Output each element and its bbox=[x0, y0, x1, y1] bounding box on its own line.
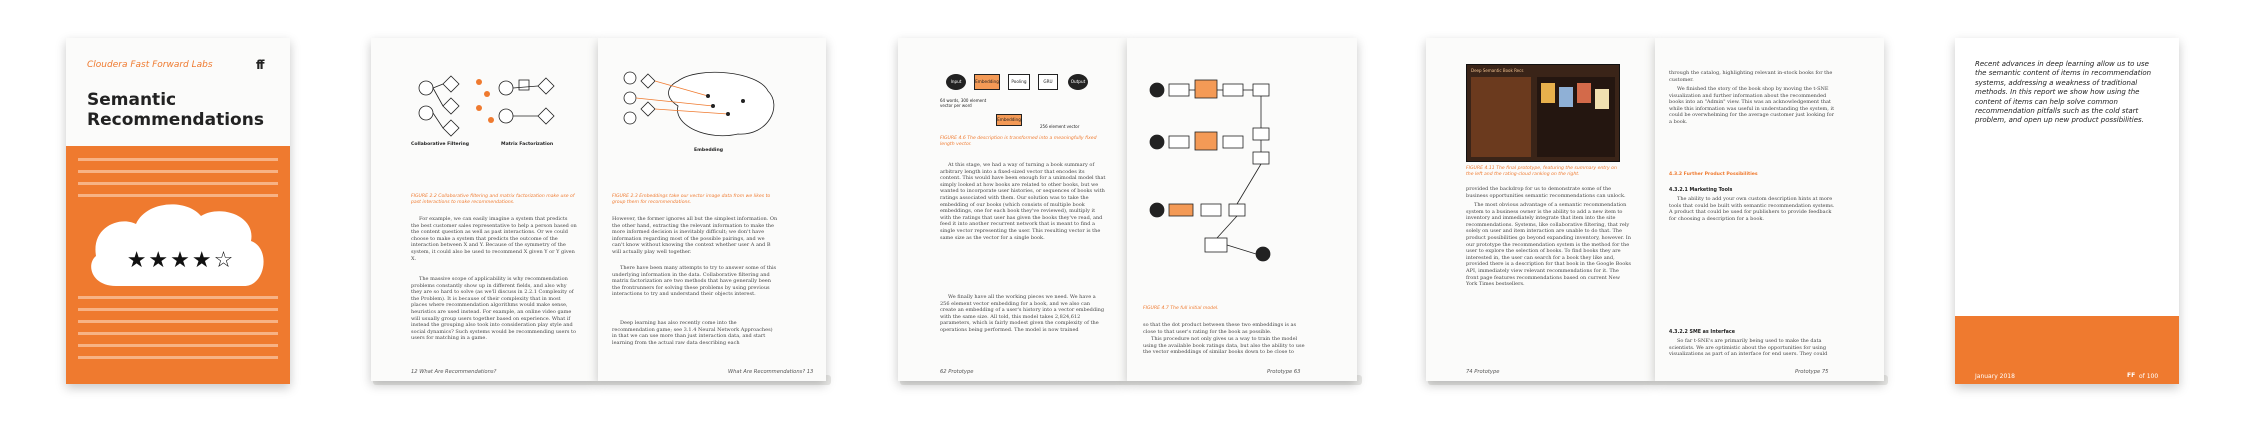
rating-stars: ★★★★☆ bbox=[126, 248, 236, 273]
back-blurb: Recent advances in deep learning allow u… bbox=[1975, 60, 2152, 125]
body-text: This procedure not only gives us a way t… bbox=[1143, 336, 1305, 356]
body-text: The most obvious advantage of a semantic… bbox=[1466, 202, 1631, 288]
cover-title-line1: Semantic bbox=[87, 90, 177, 110]
body-text: through the catalog, highlighting releva… bbox=[1669, 70, 1833, 83]
page-footer: 74 Prototype bbox=[1466, 369, 1500, 375]
series-number: of 100 bbox=[2139, 373, 2159, 380]
page-footer: Prototype 63 bbox=[1267, 369, 1301, 375]
spread2-left-page: Input Embedding Pooling GRU Output Embed… bbox=[898, 38, 1127, 381]
page-footer: 62 Prototype bbox=[940, 369, 974, 375]
prototype-screenshot: Deep Semantic Book Recs bbox=[1466, 64, 1620, 162]
body-text: The ability to add your own custom descr… bbox=[1669, 196, 1835, 222]
body-text: provided the backdrop for us to demonstr… bbox=[1466, 186, 1626, 199]
figure-caption: FIGURE 4.11 The final prototype, featuri… bbox=[1466, 166, 1617, 177]
node-input: Input bbox=[946, 74, 966, 90]
subsection-heading: 4.3.2.1 Marketing Tools bbox=[1669, 188, 1733, 193]
spread3-left-page: Deep Semantic Book Recs FIGURE 4.11 The … bbox=[1426, 38, 1655, 381]
body-text: So far t-SNE's are primarily being used … bbox=[1669, 338, 1828, 358]
body-text: The massive scope of applicability is wh… bbox=[411, 276, 577, 342]
body-text: At this stage, we had a way of turning a… bbox=[940, 162, 1106, 241]
back-cover: Recent advances in deep learning allow u… bbox=[1955, 38, 2179, 384]
body-text: For example, we can easily imagine a sys… bbox=[411, 216, 577, 262]
node-output: Output bbox=[1068, 74, 1088, 90]
embedding-diagram bbox=[623, 71, 775, 137]
body-text: Deep learning has also recently come int… bbox=[612, 320, 773, 346]
node-embedding: Embedding bbox=[974, 74, 1000, 90]
cover-title-line2: Recommendations bbox=[87, 110, 264, 130]
collab-filter-diagram bbox=[418, 75, 555, 137]
page-footer: Prototype 75 bbox=[1795, 369, 1829, 375]
cover-logo: ff bbox=[256, 58, 265, 72]
diagram-label-collab: Collaborative Filtering bbox=[411, 142, 470, 147]
figure-caption: FIGURE 2.3 Embeddings take our vector im… bbox=[612, 194, 771, 205]
note-words: 64 words, 300 element vector per word bbox=[940, 98, 987, 108]
body-text: There have been many attempts to try to … bbox=[612, 265, 777, 298]
figure-caption: FIGURE 2.2 Collaborative filtering and m… bbox=[411, 194, 575, 205]
spread1-left-page: Collaborative Filtering Matrix Factoriza… bbox=[371, 38, 598, 381]
body-text: We finished the story of the book shop b… bbox=[1669, 86, 1835, 125]
figure-caption: FIGURE 4.6 The description is transforme… bbox=[940, 136, 1097, 147]
diagram-label-embedding: Embedding bbox=[694, 148, 724, 153]
section-heading: 4.3.2 Further Product Possibilities bbox=[1669, 172, 1758, 177]
page-footer: 12 What Are Recommendations? bbox=[411, 369, 497, 375]
subsection-heading: 4.3.2.2 SME as Interface bbox=[1669, 330, 1735, 335]
body-text: so that the dot product between these tw… bbox=[1143, 322, 1297, 335]
book-cover-thumb bbox=[1595, 89, 1609, 109]
diagram-label-matrix: Matrix Factorization bbox=[501, 142, 554, 147]
body-text: We finally have all the working pieces w… bbox=[940, 294, 1105, 333]
figure-caption: FIGURE 4.7 The full initial model. bbox=[1143, 306, 1219, 311]
node-gru: GRU bbox=[1038, 74, 1058, 90]
spread3-right-page: through the catalog, highlighting releva… bbox=[1655, 38, 1884, 381]
screenshot-title: Deep Semantic Book Recs bbox=[1471, 68, 1524, 73]
back-date: January 2018 bbox=[1975, 373, 2015, 380]
page-footer: What Are Recommendations? 13 bbox=[728, 369, 814, 375]
series-logo: FF bbox=[2127, 372, 2136, 379]
cover-brand: Cloudera Fast Forward Labs bbox=[87, 60, 213, 70]
node-embedding-2: Embedding bbox=[996, 114, 1022, 126]
spread2-right-page: FIGURE 4.7 The full initial model. so th… bbox=[1127, 38, 1357, 381]
body-text: However, the former ignores all but the … bbox=[612, 216, 778, 255]
full-model-diagram bbox=[1149, 79, 1271, 262]
book-cover-thumb bbox=[1577, 83, 1591, 103]
spread1-right-page: Embedding FIGURE 2.3 Embeddings take our… bbox=[598, 38, 826, 381]
front-cover: Cloudera Fast Forward Labs ff Semantic R… bbox=[66, 38, 290, 384]
cloud-shape bbox=[91, 204, 264, 286]
note-vector: 256 element vector bbox=[1040, 124, 1080, 129]
book-cover-thumb bbox=[1541, 83, 1555, 103]
book-cover-thumb bbox=[1559, 87, 1573, 107]
node-pooling: Pooling bbox=[1008, 74, 1030, 90]
